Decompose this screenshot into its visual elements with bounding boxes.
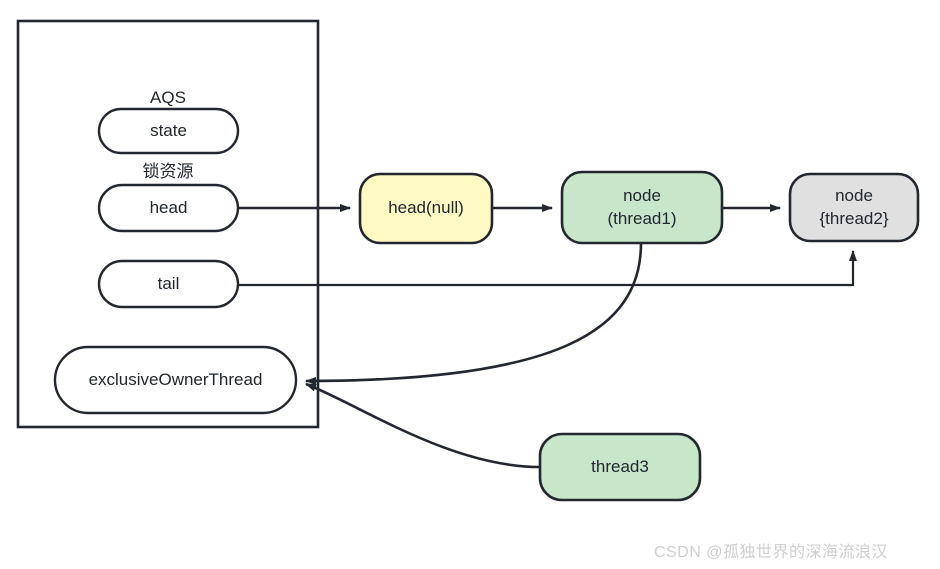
queue-node-box-thread1[interactable] <box>560 170 724 245</box>
aqs-title-line2: 锁资源 <box>142 162 194 182</box>
queue-node-box-thread2[interactable] <box>788 172 920 243</box>
edge-thread1-to-exclusiveownerthread <box>305 242 643 385</box>
edge-thread3-to-exclusiveownerthread <box>305 382 541 469</box>
csdn-watermark: CSDN @孤独世界的深海流浪汉 <box>654 544 889 561</box>
field-box-exclusiveownerthread[interactable] <box>53 345 298 415</box>
aqs-title: AQS 锁资源 <box>18 37 318 234</box>
field-box-tail[interactable] <box>97 259 240 309</box>
aqs-title-line1: AQS <box>150 88 186 108</box>
edge-tail-to-thread2 <box>238 250 857 287</box>
diagram-canvas: AQS 锁资源 state head tail exclusiveOwnerTh… <box>0 0 940 569</box>
queue-node-box-head-null[interactable] <box>358 172 494 245</box>
floating-node-box-thread3[interactable] <box>538 432 702 502</box>
